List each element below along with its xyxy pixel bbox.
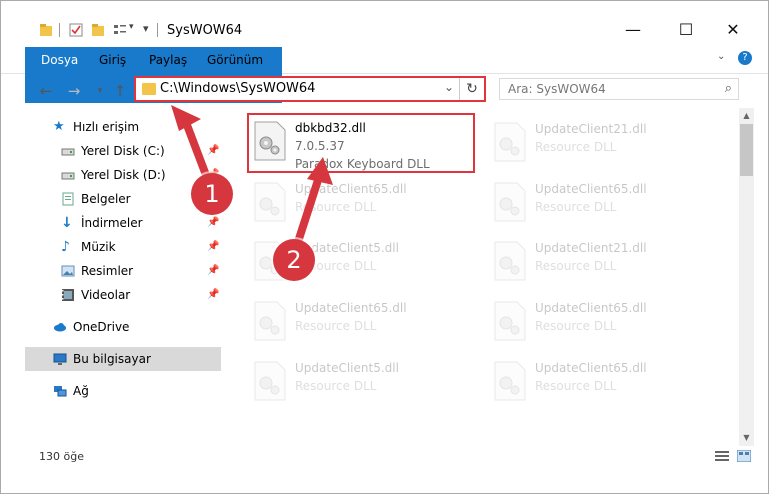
callout-arrows — [171, 105, 333, 249]
callout-badge-2: 2 — [273, 239, 315, 281]
callout-badge-1: 1 — [191, 173, 233, 215]
explorer-window: ▾ ▾ SysWOW64 — ☐ ✕ Dosya Giriş Paylaş Gö… — [0, 0, 769, 494]
